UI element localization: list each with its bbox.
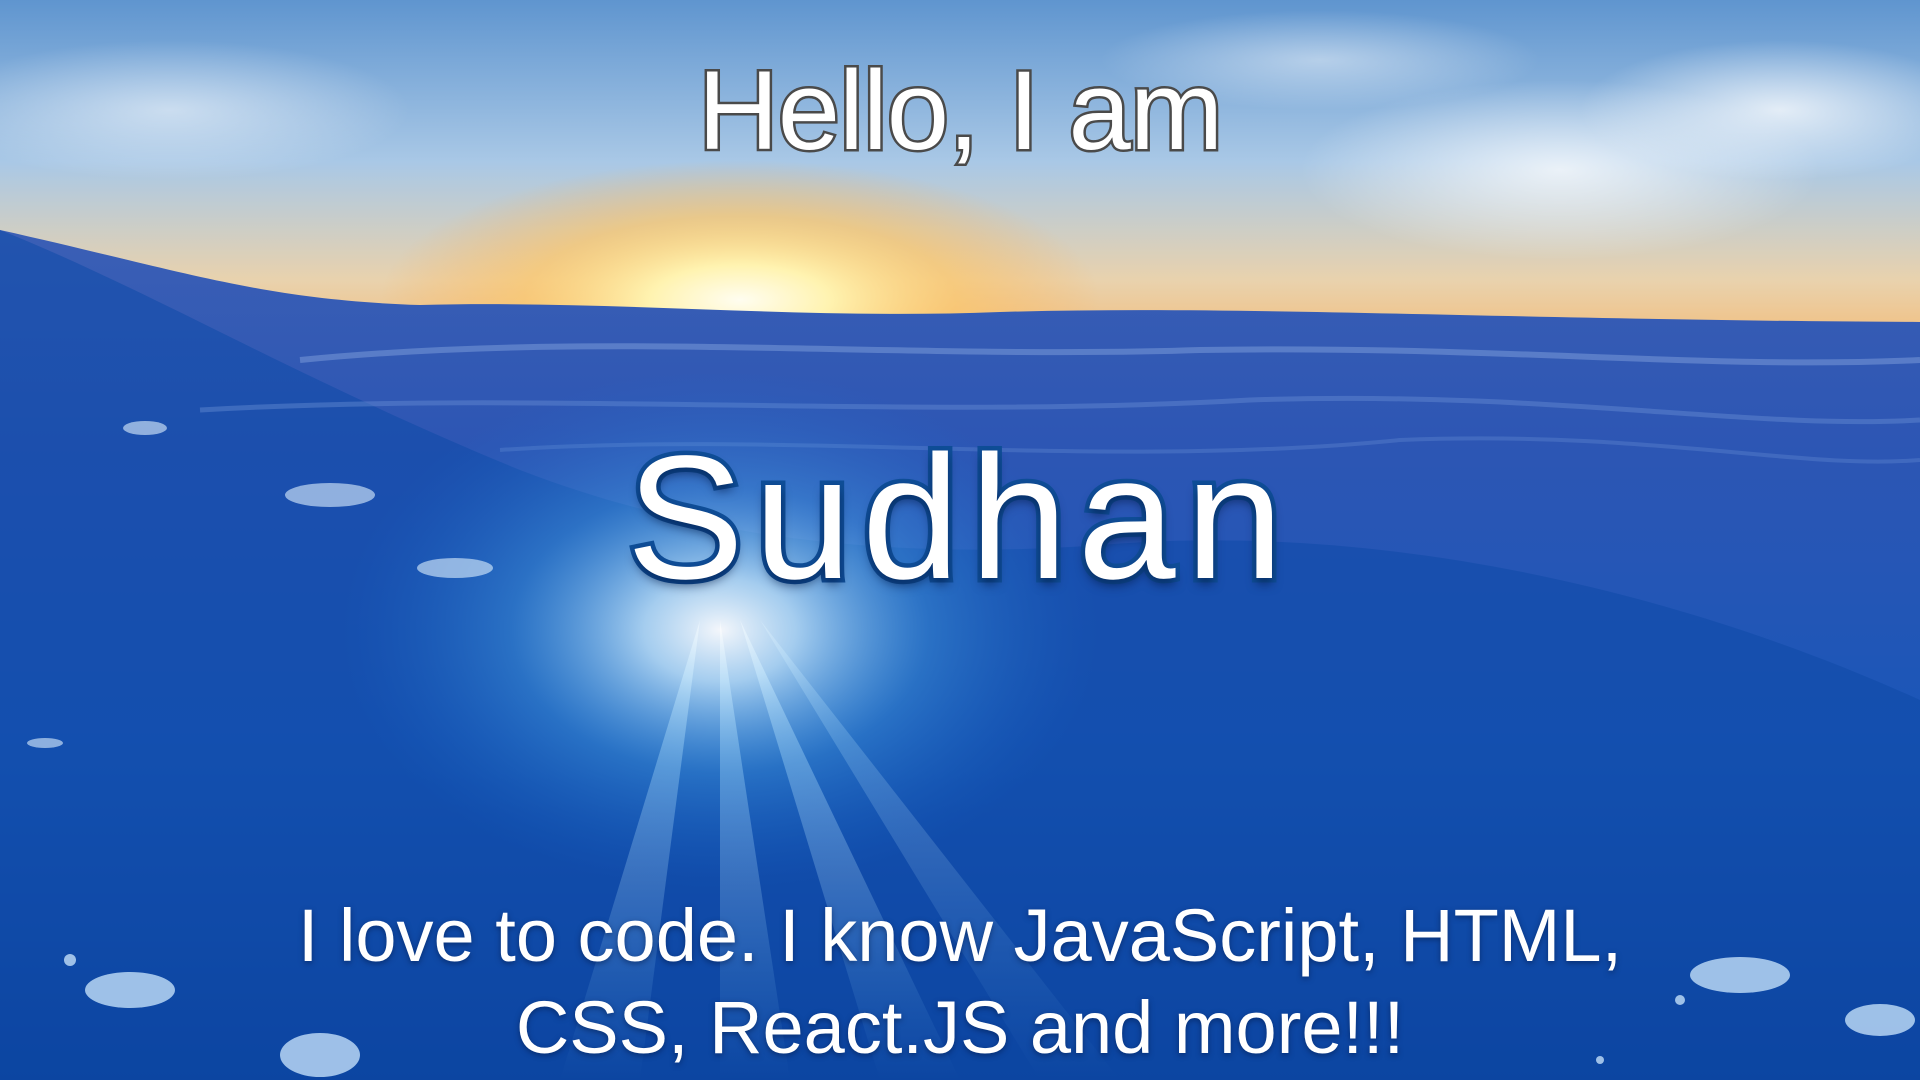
greeting-heading: Hello, I am [695, 48, 1225, 173]
tagline: I love to code. I know JavaScript, HTML,… [0, 890, 1920, 1074]
tagline-line-2: CSS, React.JS and more!!! [515, 986, 1405, 1069]
name-heading: Sudhan [622, 420, 1294, 616]
tagline-line-1: I love to code. I know JavaScript, HTML, [297, 894, 1623, 977]
hero-section: Hello, I am Sudhan I love to code. I kno… [0, 0, 1920, 1080]
